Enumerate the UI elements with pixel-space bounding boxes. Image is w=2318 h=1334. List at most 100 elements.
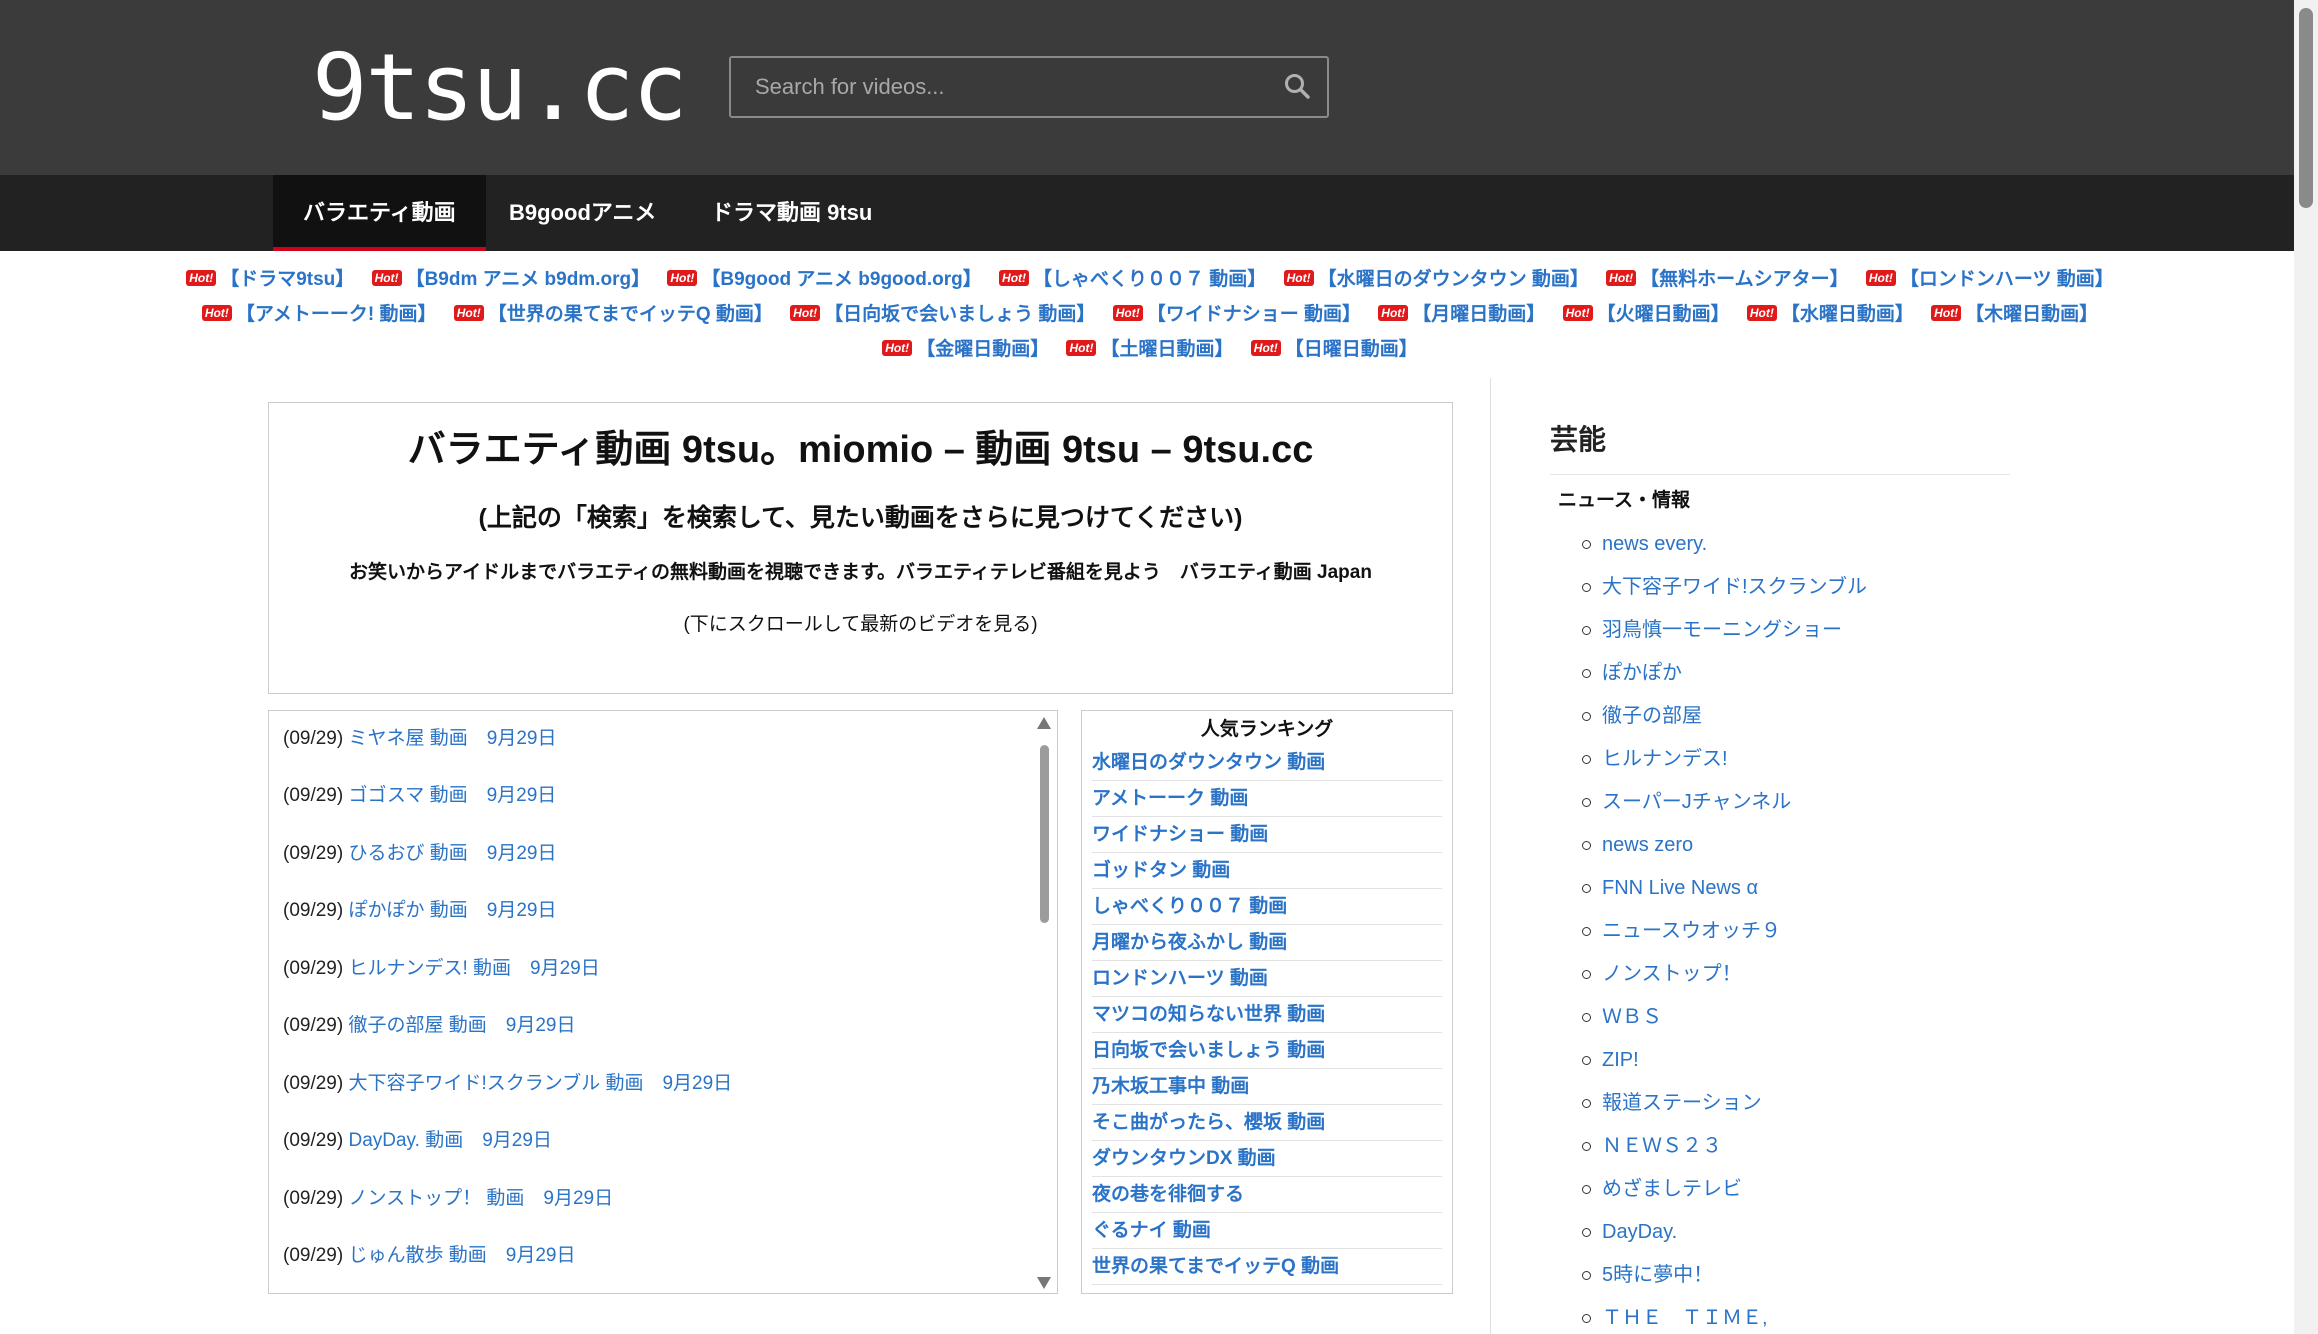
- hot-link[interactable]: 【B9dm アニメ b9dm.org】: [406, 269, 651, 290]
- sidebar-subheading: ニュース・情報: [1558, 490, 1691, 511]
- hot-link[interactable]: 【しゃべくり００７ 動画】: [1033, 269, 1266, 290]
- ranking-item[interactable]: 夜の巷を徘徊する: [1092, 1177, 1442, 1213]
- video-link[interactable]: ぽかぽか 動画 9月29日: [348, 900, 556, 921]
- sidebar-link[interactable]: めざましテレビ: [1602, 1178, 1742, 1200]
- sidebar-item: スーパーJチャンネル: [1580, 781, 2010, 824]
- nav-item-drama[interactable]: ドラマ動画 9tsu: [681, 175, 902, 251]
- sidebar-link[interactable]: スーパーJチャンネル: [1602, 791, 1791, 813]
- video-link[interactable]: ヒルナンデス! 動画 9月29日: [348, 958, 599, 979]
- video-link[interactable]: DayDay. 動画 9月29日: [348, 1130, 551, 1151]
- sidebar-link[interactable]: ＷＢＳ: [1602, 1006, 1662, 1028]
- list-item: (09/29) ヒルナンデス! 動画 9月29日: [283, 955, 600, 983]
- sidebar-item: 大下容子ワイド!スクランブル: [1580, 566, 2010, 609]
- list-item: (09/29) ゴゴスマ 動画 9月29日: [283, 782, 556, 810]
- hot-link[interactable]: 【金曜日動画】: [916, 339, 1049, 360]
- ranking-item[interactable]: ワイドナショー 動画: [1092, 817, 1442, 853]
- search-button[interactable]: [1277, 68, 1317, 106]
- video-date: (09/29): [283, 1188, 344, 1209]
- hot-link[interactable]: 【ワイドナショー 動画】: [1147, 304, 1361, 325]
- video-link[interactable]: ゴゴスマ 動画 9月29日: [348, 785, 556, 806]
- list-scrollbar[interactable]: [1037, 717, 1051, 1289]
- video-date: (09/29): [283, 785, 344, 806]
- video-link[interactable]: 徹子の部屋 動画 9月29日: [348, 1015, 575, 1036]
- sidebar-link[interactable]: ニュースウオッチ９: [1602, 920, 1781, 942]
- sidebar-link[interactable]: ＴＨＥ ＴＩＭＥ,: [1602, 1307, 1768, 1329]
- ranking-item[interactable]: 月曜から夜ふかし 動画: [1092, 925, 1442, 961]
- sidebar-link[interactable]: FNN Live News α: [1602, 877, 1758, 899]
- site-logo[interactable]: 9tsu.cc: [312, 38, 688, 138]
- sidebar-link[interactable]: DayDay.: [1602, 1221, 1677, 1243]
- latest-videos-list[interactable]: (09/29) ミヤネ屋 動画 9月29日 (09/29) ゴゴスマ 動画 9月…: [268, 710, 1058, 1294]
- sidebar-link[interactable]: 5時に夢中！: [1602, 1264, 1713, 1286]
- hot-link[interactable]: 【土曜日動画】: [1100, 339, 1233, 360]
- sidebar-link[interactable]: 報道ステーション: [1602, 1092, 1762, 1114]
- video-link[interactable]: じゅん散歩 動画 9月29日: [348, 1245, 575, 1266]
- sidebar-link[interactable]: ZIP!: [1602, 1049, 1639, 1071]
- page-scrollbar-thumb[interactable]: [2299, 8, 2313, 208]
- ranking-item[interactable]: しゃべくり００７ 動画: [1092, 889, 1442, 925]
- ranking-item[interactable]: アメトーーク 動画: [1092, 781, 1442, 817]
- sidebar-link[interactable]: 徹子の部屋: [1602, 705, 1702, 727]
- search-input[interactable]: [731, 58, 1271, 116]
- hot-link[interactable]: 【日曜日動画】: [1285, 339, 1418, 360]
- sidebar-link[interactable]: ＮＥＷＳ２３: [1602, 1135, 1722, 1157]
- ranking-item[interactable]: ゴッドタン 動画: [1092, 853, 1442, 889]
- video-date: (09/29): [283, 1130, 344, 1151]
- hot-links-bar: Hot! 【ドラマ9tsu】 Hot! 【B9dm アニメ b9dm.org】 Ho…: [120, 262, 2180, 367]
- ranking-item[interactable]: 日向坂で会いましょう 動画: [1092, 1033, 1442, 1069]
- sidebar-item: ＷＢＳ: [1580, 996, 2010, 1039]
- video-link[interactable]: ノンストップ！ 動画 9月29日: [348, 1188, 613, 1209]
- hot-link[interactable]: 【B9good アニメ b9good.org】: [701, 269, 981, 290]
- sidebar-link[interactable]: 羽鳥慎一モーニングショー: [1602, 619, 1842, 641]
- scroll-up-arrow-icon[interactable]: [1037, 717, 1051, 729]
- hot-link[interactable]: 【水曜日のダウンタウン 動画】: [1318, 269, 1589, 290]
- ranking-item[interactable]: ぐるナイ 動画: [1092, 1213, 1442, 1249]
- video-link[interactable]: ひるおび 動画 9月29日: [348, 843, 556, 864]
- sidebar-link[interactable]: ヒルナンデス!: [1602, 748, 1728, 770]
- sidebar-item: 5時に夢中！: [1580, 1254, 2010, 1297]
- video-date: (09/29): [283, 843, 344, 864]
- page-title: バラエティ動画 9tsu。miomio – 動画 9tsu – 9tsu.cc: [407, 429, 1314, 471]
- sidebar-item: ノンストップ！: [1580, 953, 2010, 996]
- sidebar-link[interactable]: news every.: [1602, 533, 1707, 555]
- list-item: (09/29) ぽかぽか 動画 9月29日: [283, 897, 556, 925]
- hot-badge: Hot!: [1066, 340, 1097, 356]
- nav-item-anime[interactable]: B9goodアニメ: [479, 175, 686, 251]
- hot-link[interactable]: 【日向坂で会いましょう 動画】: [824, 304, 1095, 325]
- ranking-item[interactable]: 乃木坂工事中 動画: [1092, 1069, 1442, 1105]
- sidebar-divider: [1490, 378, 1491, 1334]
- scrollbar-thumb[interactable]: [1040, 745, 1049, 923]
- hot-link[interactable]: 【木曜日動画】: [1965, 304, 2098, 325]
- hot-badge: Hot!: [453, 305, 484, 321]
- ranking-item[interactable]: ダウンタウンDX 動画: [1092, 1141, 1442, 1177]
- ranking-item[interactable]: マツコの知らない世界 動画: [1092, 997, 1442, 1033]
- sidebar-link[interactable]: 大下容子ワイド!スクランブル: [1602, 576, 1867, 598]
- sidebar-link[interactable]: ぽかぽか: [1602, 662, 1682, 684]
- list-item: (09/29) 徹子の部屋 動画 9月29日: [283, 1012, 575, 1040]
- hot-link[interactable]: 【ドラマ9tsu】: [220, 269, 354, 290]
- hot-link[interactable]: 【月曜日動画】: [1412, 304, 1545, 325]
- nav-item-variety[interactable]: バラエティ動画: [273, 175, 486, 251]
- hot-link[interactable]: 【ロンドンハーツ 動画】: [1900, 269, 2114, 290]
- hot-link[interactable]: 【アメトーーク! 動画】: [236, 304, 437, 325]
- scroll-down-arrow-icon[interactable]: [1037, 1277, 1051, 1289]
- hot-link[interactable]: 【水曜日動画】: [1781, 304, 1914, 325]
- video-link[interactable]: ミヤネ屋 動画 9月29日: [348, 728, 556, 749]
- ranking-item[interactable]: そこ曲がったら、櫻坂 動画: [1092, 1105, 1442, 1141]
- sidebar-link[interactable]: ノンストップ！: [1602, 963, 1742, 985]
- hot-link[interactable]: 【火曜日動画】: [1597, 304, 1730, 325]
- hot-badge: Hot!: [201, 305, 232, 321]
- ranking-item[interactable]: 世界の果てまでイッテQ 動画: [1092, 1249, 1442, 1285]
- video-date: (09/29): [283, 900, 344, 921]
- hot-link[interactable]: 【世界の果てまでイッテQ 動画】: [488, 304, 773, 325]
- sidebar-item: FNN Live News α: [1580, 867, 2010, 910]
- list-item: (09/29) ひるおび 動画 9月29日: [283, 840, 556, 868]
- sidebar-list: news every. 大下容子ワイド!スクランブル 羽鳥慎一モーニングショー …: [1580, 523, 2010, 1334]
- ranking-item[interactable]: ロンドンハーツ 動画: [1092, 961, 1442, 997]
- video-link[interactable]: 大下容子ワイド!スクランブル 動画 9月29日: [348, 1073, 732, 1094]
- sidebar-link[interactable]: news zero: [1602, 834, 1693, 856]
- hot-link[interactable]: 【無料ホームシアター】: [1640, 269, 1848, 290]
- hot-badge: Hot!: [1562, 305, 1593, 321]
- ranking-item[interactable]: 水曜日のダウンタウン 動画: [1092, 745, 1442, 781]
- page-scrollbar[interactable]: [2294, 0, 2318, 1334]
